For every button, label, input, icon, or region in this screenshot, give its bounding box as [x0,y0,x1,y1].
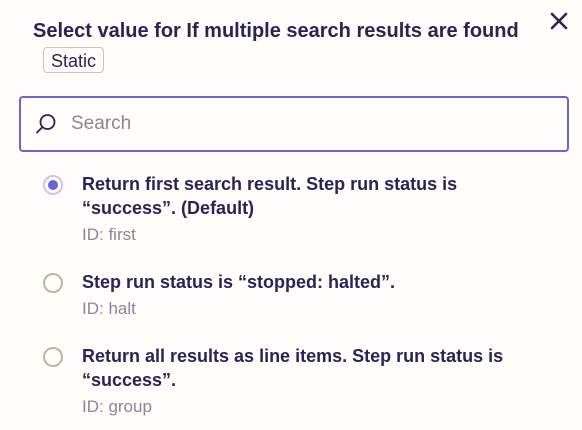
search-icon [36,114,56,134]
close-icon [550,12,568,30]
option-id: ID: first [82,225,136,244]
option-label: Return first search result. Step run sta… [82,174,458,218]
radio-button-selected[interactable] [43,175,63,195]
search-box[interactable] [19,96,569,152]
radio-button[interactable] [43,273,63,293]
option-id: ID: halt [82,299,136,318]
static-badge: Static [43,47,105,73]
option-halt[interactable]: Step run status is “stopped: halted”. ID… [40,270,560,324]
option-first[interactable]: Return first search result. Step run sta… [40,172,560,250]
search-input[interactable] [71,106,541,142]
radio-button[interactable] [43,347,63,367]
option-label: Return all results as line items. Step r… [82,346,504,390]
option-group[interactable]: Return all results as line items. Step r… [40,344,560,422]
dialog-title: Select value for If multiple search resu… [33,20,519,42]
option-id: ID: group [82,397,152,416]
option-label: Step run status is “stopped: halted”. [82,272,396,292]
select-value-dialog: Select value for If multiple search resu… [0,0,582,430]
close-button[interactable] [548,10,570,32]
